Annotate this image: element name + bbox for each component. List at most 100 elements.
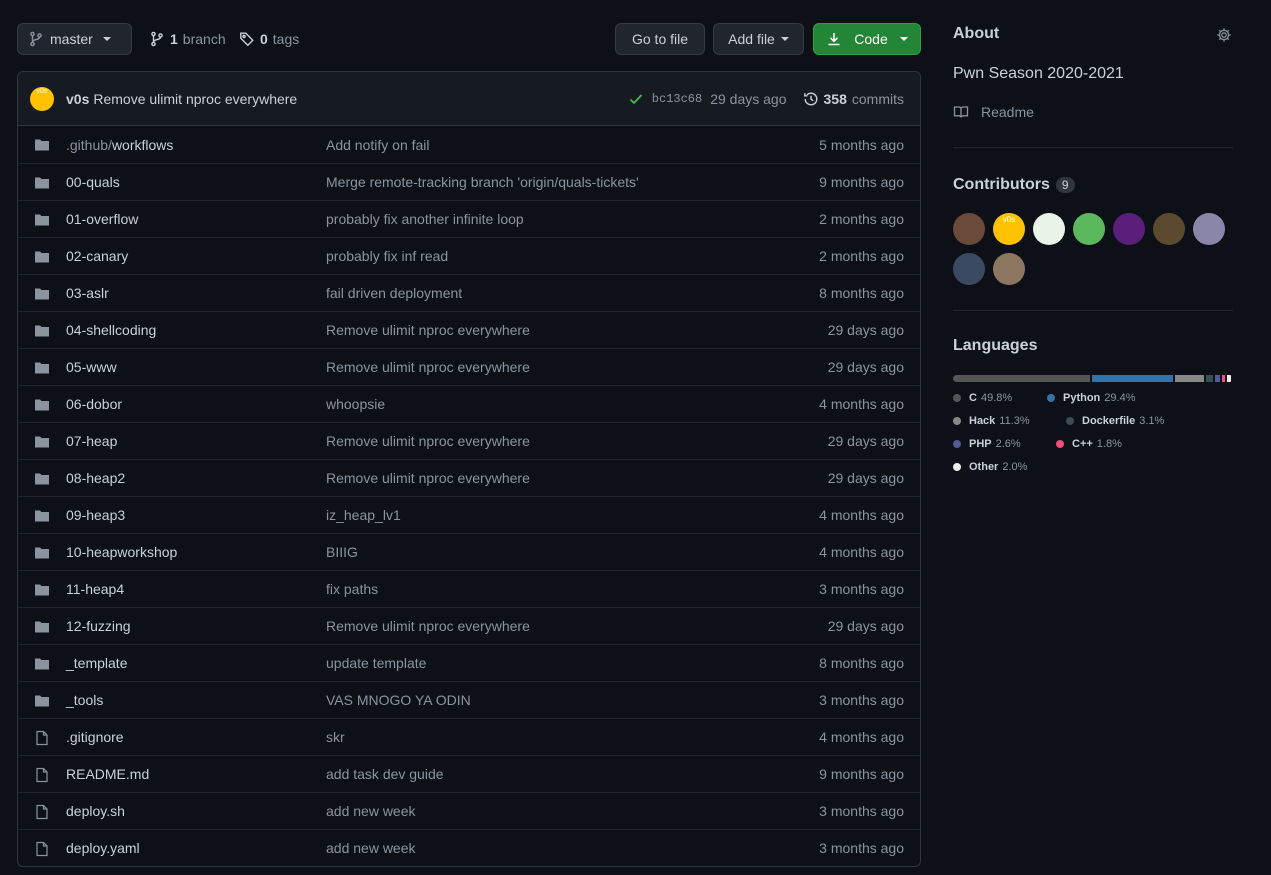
- table-row[interactable]: 10-heapworkshop BIIIG 4 months ago: [18, 533, 920, 570]
- file-commit-message[interactable]: Remove ulimit nproc everywhere: [326, 433, 530, 449]
- contributors-heading[interactable]: Contributors 9: [953, 176, 1075, 194]
- file-name-link[interactable]: 05-www: [66, 359, 117, 375]
- table-row[interactable]: 11-heap4 fix paths 3 months ago: [18, 570, 920, 607]
- file-name-link[interactable]: 06-dobor: [66, 396, 122, 412]
- file-commit-message[interactable]: Remove ulimit nproc everywhere: [326, 618, 530, 634]
- code-button[interactable]: Code: [813, 23, 921, 55]
- table-row[interactable]: 08-heap2 Remove ulimit nproc everywhere 29…: [18, 459, 920, 496]
- table-row[interactable]: 07-heap Remove ulimit nproc everywhere 29 …: [18, 422, 920, 459]
- file-name-link[interactable]: _template: [66, 655, 127, 671]
- file-commit-message[interactable]: skr: [326, 729, 345, 745]
- table-row[interactable]: 04-shellcoding Remove ulimit nproc everyw…: [18, 311, 920, 348]
- commits-link[interactable]: 358 commits: [803, 91, 904, 107]
- table-row[interactable]: _tools VAS MNOGO YA ODIN 3 months ago: [18, 681, 920, 718]
- table-row[interactable]: _template update template 8 months ago: [18, 644, 920, 681]
- contributor-avatar[interactable]: [1153, 213, 1185, 245]
- table-row[interactable]: 05-www Remove ulimit nproc everywhere 29 d…: [18, 348, 920, 385]
- file-name-link[interactable]: deploy.yaml: [66, 840, 140, 856]
- commit-time[interactable]: 29 days ago: [710, 91, 786, 107]
- language-item[interactable]: Dockerfile 3.1%: [1066, 415, 1164, 427]
- file-name-link[interactable]: 04-shellcoding: [66, 322, 156, 338]
- table-row[interactable]: .github/workflows Add notify on fail 5 mon…: [18, 126, 920, 163]
- language-item[interactable]: PHP 2.6%: [953, 438, 1021, 450]
- file-commit-message[interactable]: fix paths: [326, 581, 378, 597]
- file-commit-age: 4 months ago: [819, 729, 904, 745]
- add-file-button[interactable]: Add file: [713, 23, 804, 55]
- language-item[interactable]: Other 2.0%: [953, 461, 1027, 473]
- file-commit-message[interactable]: BIIIG: [326, 544, 358, 560]
- readme-link[interactable]: Readme: [953, 104, 1034, 120]
- language-bar-segment[interactable]: [1215, 375, 1221, 382]
- avatar[interactable]: v0s: [30, 86, 54, 111]
- contributor-avatar[interactable]: [1033, 213, 1065, 245]
- file-name-link[interactable]: 03-aslr: [66, 285, 109, 301]
- language-bar-segment[interactable]: [953, 375, 1091, 382]
- file-name-link[interactable]: .gitignore: [66, 729, 124, 745]
- file-commit-message[interactable]: update template: [326, 655, 426, 671]
- go-to-file-button[interactable]: Go to file: [615, 23, 705, 55]
- table-row[interactable]: deploy.yaml add new week 3 months ago: [18, 829, 920, 866]
- commit-sha[interactable]: bc13c68: [652, 92, 702, 106]
- file-commit-message[interactable]: Merge remote-tracking branch 'origin/qua…: [326, 174, 639, 190]
- file-name-link[interactable]: 07-heap: [66, 433, 117, 449]
- language-bar-segment[interactable]: [1227, 375, 1231, 382]
- check-icon[interactable]: [628, 91, 644, 107]
- file-name-link[interactable]: README.md: [66, 766, 149, 782]
- language-item[interactable]: C++ 1.8%: [1056, 438, 1122, 450]
- contributor-avatar[interactable]: v0s: [993, 213, 1025, 245]
- file-commit-message[interactable]: Remove ulimit nproc everywhere: [326, 359, 530, 375]
- table-row[interactable]: 06-dobor whoopsie 4 months ago: [18, 385, 920, 422]
- table-row[interactable]: 12-fuzzing Remove ulimit nproc everywhere…: [18, 607, 920, 644]
- file-name-link[interactable]: 10-heapworkshop: [66, 544, 177, 560]
- table-row[interactable]: 01-overflow probably fix another infinite…: [18, 200, 920, 237]
- branch-select-button[interactable]: master: [17, 23, 132, 55]
- gear-icon[interactable]: [1216, 27, 1232, 43]
- language-bar-segment[interactable]: [1092, 375, 1173, 382]
- file-commit-message[interactable]: probably fix another infinite loop: [326, 211, 524, 227]
- file-commit-message[interactable]: add task dev guide: [326, 766, 444, 782]
- file-name-link[interactable]: 00-quals: [66, 174, 120, 190]
- language-bar-segment[interactable]: [1174, 375, 1205, 382]
- table-row[interactable]: .gitignore skr 4 months ago: [18, 718, 920, 755]
- branches-link[interactable]: 1 branch: [149, 23, 226, 55]
- file-commit-message[interactable]: add new week: [326, 803, 416, 819]
- language-bar-segment[interactable]: [1222, 375, 1226, 382]
- file-commit-message[interactable]: add new week: [326, 840, 416, 856]
- table-row[interactable]: 00-quals Merge remote-tracking branch 'or…: [18, 163, 920, 200]
- contributor-avatar[interactable]: [993, 253, 1025, 285]
- file-name-link[interactable]: _tools: [66, 692, 103, 708]
- table-row[interactable]: deploy.sh add new week 3 months ago: [18, 792, 920, 829]
- commit-author[interactable]: v0s: [66, 91, 89, 107]
- file-name-link[interactable]: 01-overflow: [66, 211, 138, 227]
- table-row[interactable]: README.md add task dev guide 9 months ago: [18, 755, 920, 792]
- table-row[interactable]: 09-heap3 iz_heap_lv1 4 months ago: [18, 496, 920, 533]
- file-commit-message[interactable]: VAS MNOGO YA ODIN: [326, 692, 471, 708]
- file-commit-message[interactable]: probably fix inf read: [326, 248, 448, 264]
- commit-message[interactable]: Remove ulimit nproc everywhere: [93, 91, 297, 107]
- file-commit-message[interactable]: whoopsie: [326, 396, 385, 412]
- contributor-avatar[interactable]: [953, 213, 985, 245]
- file-commit-message[interactable]: Add notify on fail: [326, 137, 430, 153]
- file-name-link[interactable]: 12-fuzzing: [66, 618, 131, 634]
- file-name-link[interactable]: 08-heap2: [66, 470, 125, 486]
- table-row[interactable]: 03-aslr fail driven deployment 8 months ag…: [18, 274, 920, 311]
- table-row[interactable]: 02-canary probably fix inf read 2 months a…: [18, 237, 920, 274]
- contributor-avatar[interactable]: [1193, 213, 1225, 245]
- language-item[interactable]: Hack 11.3%: [953, 415, 1030, 427]
- file-name-link[interactable]: 02-canary: [66, 248, 128, 264]
- language-item[interactable]: Python 29.4%: [1047, 392, 1135, 404]
- language-item[interactable]: C 49.8%: [953, 392, 1012, 404]
- contributor-avatar[interactable]: [1073, 213, 1105, 245]
- contributor-avatar[interactable]: [953, 253, 985, 285]
- file-name-link[interactable]: 09-heap3: [66, 507, 125, 523]
- file-name-link[interactable]: .github/workflows: [66, 137, 173, 153]
- file-commit-message[interactable]: iz_heap_lv1: [326, 507, 401, 523]
- file-commit-message[interactable]: Remove ulimit nproc everywhere: [326, 322, 530, 338]
- contributor-avatar[interactable]: [1113, 213, 1145, 245]
- file-name-link[interactable]: deploy.sh: [66, 803, 125, 819]
- file-name-link[interactable]: 11-heap4: [66, 581, 124, 597]
- file-commit-message[interactable]: Remove ulimit nproc everywhere: [326, 470, 530, 486]
- tags-link[interactable]: 0 tags: [239, 23, 299, 55]
- language-bar-segment[interactable]: [1206, 375, 1214, 382]
- file-commit-message[interactable]: fail driven deployment: [326, 285, 462, 301]
